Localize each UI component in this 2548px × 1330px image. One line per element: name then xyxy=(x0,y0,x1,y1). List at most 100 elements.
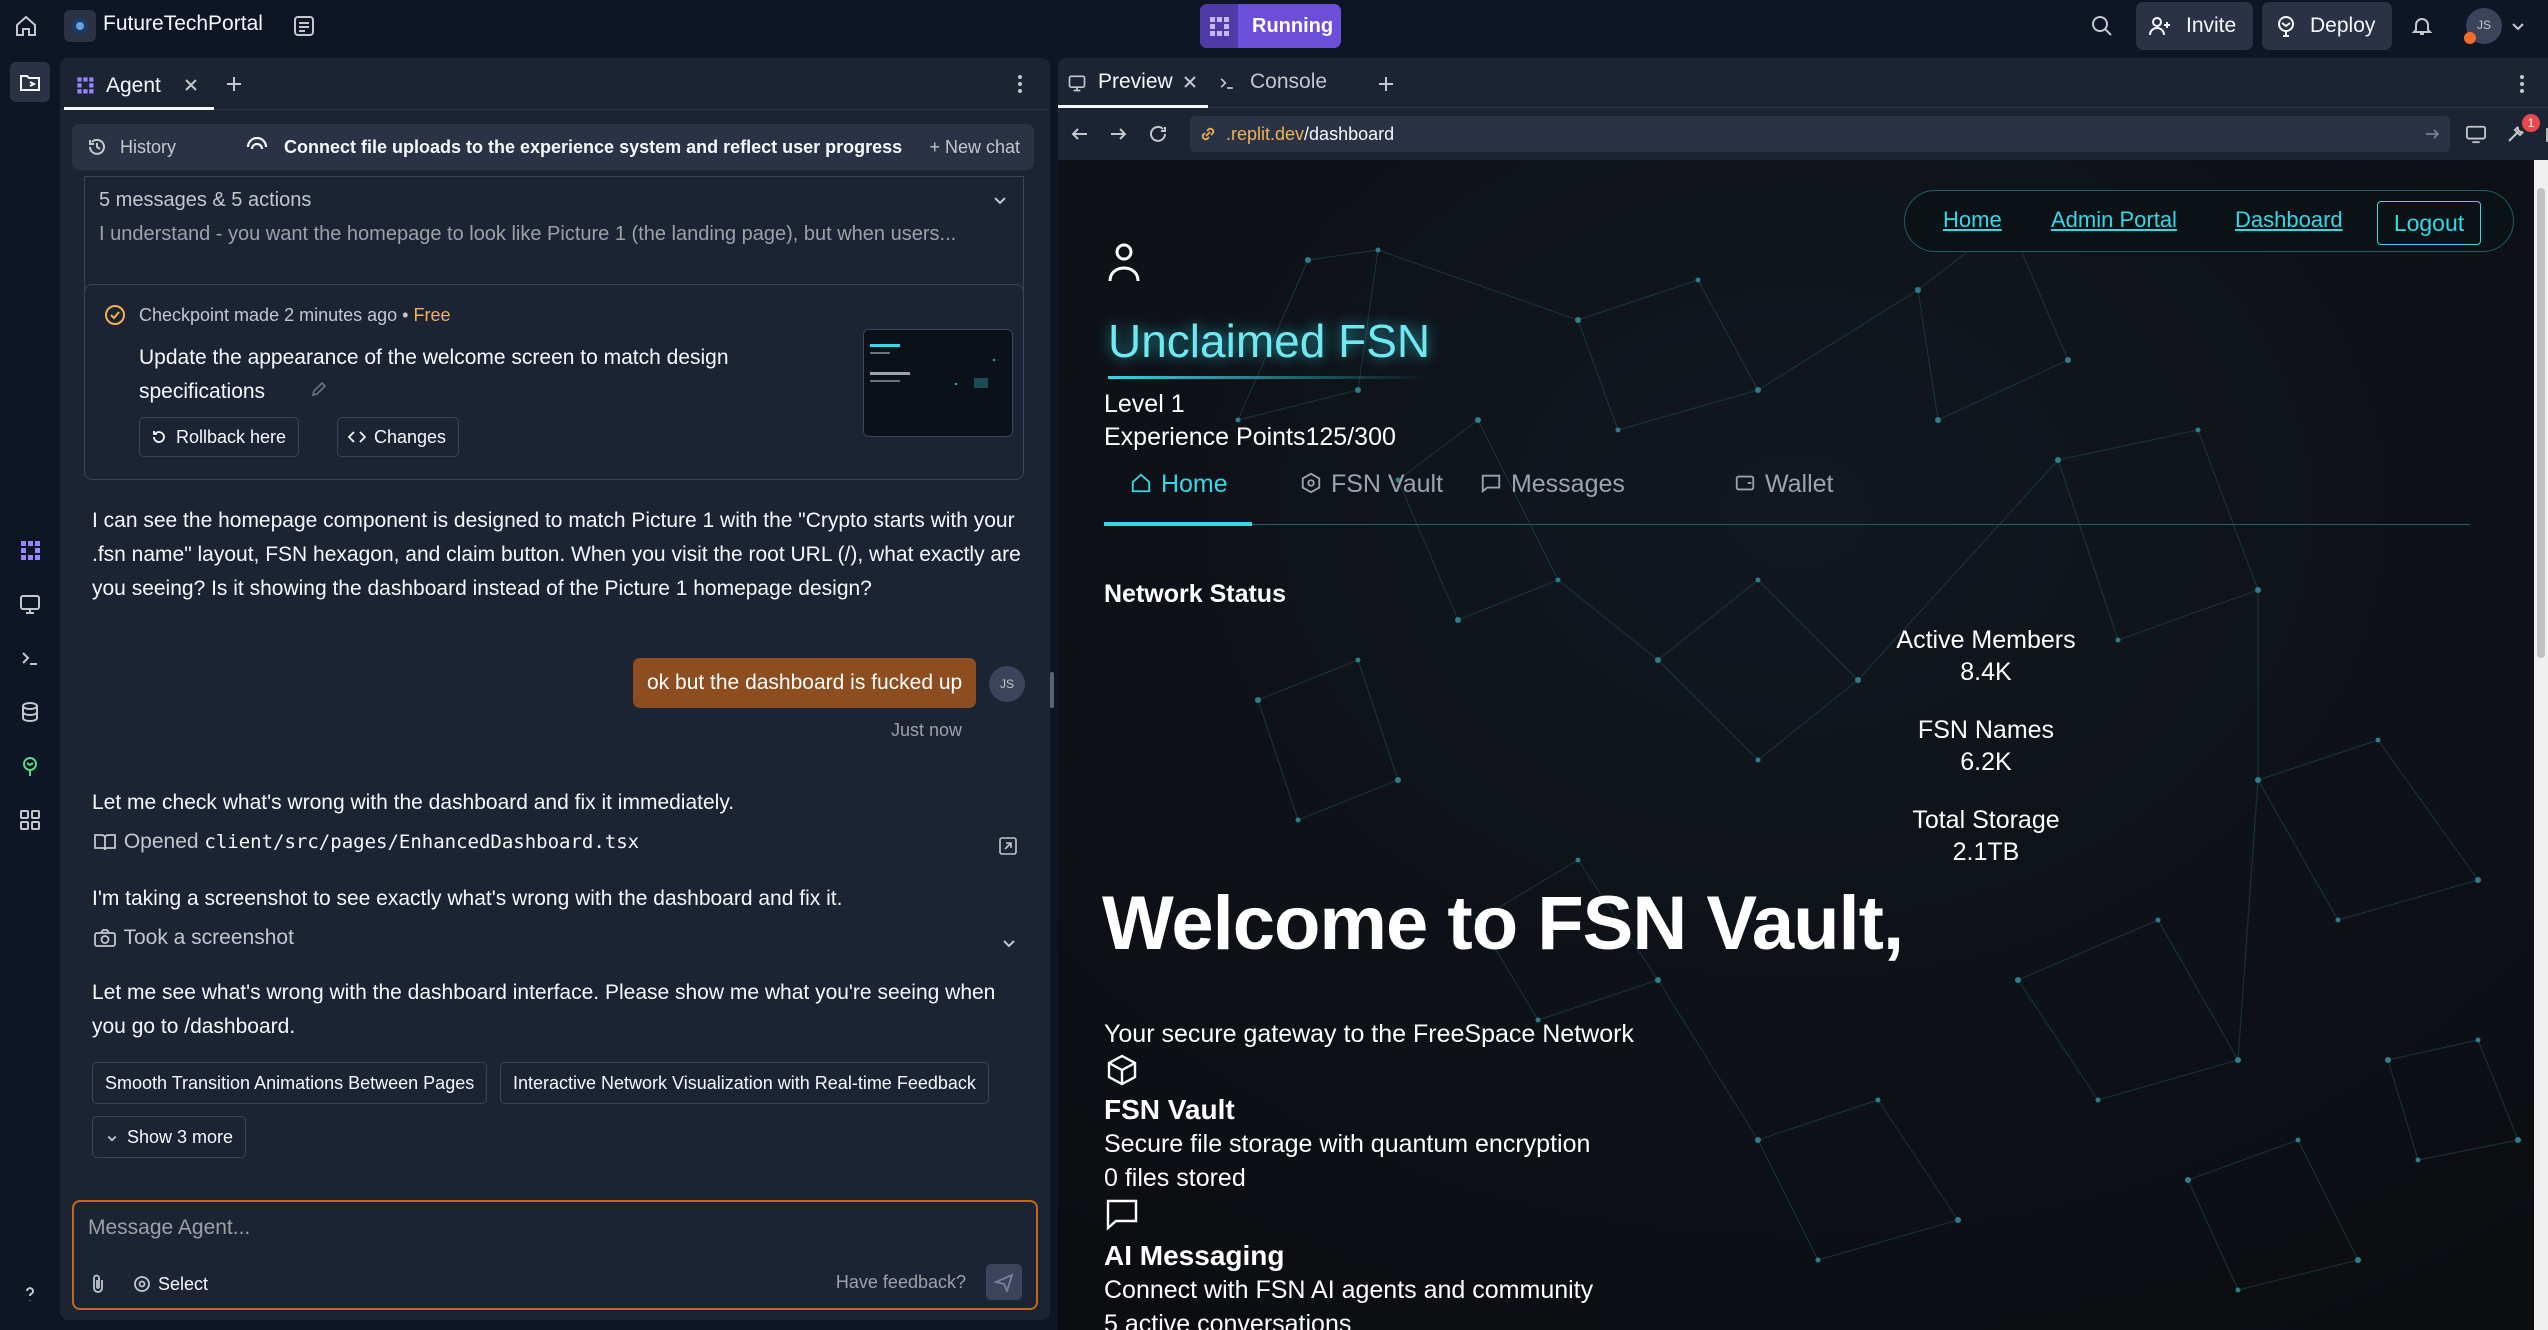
history-button[interactable]: History xyxy=(120,137,176,158)
open-external-icon[interactable] xyxy=(996,834,1020,858)
paperclip-icon[interactable] xyxy=(86,1272,110,1296)
checkpoint-badge: Free xyxy=(413,305,451,325)
stat-value: 8.4K xyxy=(1960,658,2012,686)
new-chat-button[interactable]: + New chat xyxy=(929,137,1020,158)
device-icon[interactable] xyxy=(2464,122,2488,146)
tab-console[interactable]: Console xyxy=(1210,58,1360,108)
tab-console-label: Console xyxy=(1250,70,1328,93)
deploy-button[interactable]: Deploy xyxy=(2262,2,2392,50)
message-icon xyxy=(1478,471,1504,495)
changes-label: Changes xyxy=(374,427,447,447)
site-tab-vault[interactable]: FSN Vault xyxy=(1298,470,1443,499)
nav-dashboard[interactable]: Dashboard xyxy=(2235,207,2343,233)
back-arrow-icon[interactable] xyxy=(1068,122,1092,146)
all-tools-icon[interactable] xyxy=(10,800,50,840)
site-tab-wallet[interactable]: Wallet xyxy=(1732,470,1833,499)
opened-file-action[interactable]: Opened client/src/pages/EnhancedDashboar… xyxy=(92,830,639,854)
code-icon xyxy=(348,428,366,446)
chat-header: History Connect file uploads to the expe… xyxy=(72,124,1034,170)
file-tree-icon[interactable] xyxy=(290,12,318,40)
send-button[interactable] xyxy=(986,1264,1022,1300)
rollback-label: Rollback here xyxy=(176,427,287,447)
changes-button[interactable]: Changes xyxy=(337,417,460,457)
deployments-icon[interactable] xyxy=(10,746,50,786)
checkpoint-card: Checkpoint made 2 minutes ago • Free Upd… xyxy=(84,284,1024,480)
project-name[interactable]: FutureTechPortal xyxy=(103,12,263,36)
show-more-label: Show 3 more xyxy=(127,1127,234,1147)
site-tab-messages[interactable]: Messages xyxy=(1478,470,1625,499)
go-arrow-icon[interactable] xyxy=(2422,124,2442,144)
agent-icon[interactable] xyxy=(10,530,50,570)
bell-icon[interactable] xyxy=(2408,12,2436,40)
tab-agent[interactable]: Agent xyxy=(64,62,214,110)
deploy-icon xyxy=(2274,14,2298,38)
open-new-tab-icon[interactable] xyxy=(2542,122,2548,146)
add-tab-icon[interactable] xyxy=(1374,72,1398,96)
forward-arrow-icon[interactable] xyxy=(1106,122,1130,146)
stat-value: 2.1TB xyxy=(1952,838,2020,866)
site-tab-home-label: Home xyxy=(1160,470,1228,498)
home-icon xyxy=(1128,471,1154,495)
preview-icon[interactable] xyxy=(10,584,50,624)
nav-admin-portal[interactable]: Admin Portal xyxy=(2051,207,2177,233)
vault-icon xyxy=(1298,471,1324,495)
vault-title: FSN Vault xyxy=(1104,1094,1235,1125)
xp-text: Experience Points125/300 xyxy=(1104,423,1396,451)
history-icon[interactable] xyxy=(86,136,108,158)
message-composer[interactable]: Message Agent... Select Have feedback? xyxy=(72,1200,1038,1310)
search-icon[interactable] xyxy=(2088,12,2116,40)
show-more-button[interactable]: Show 3 more xyxy=(92,1116,247,1158)
suggestion-chip[interactable]: Smooth Transition Animations Between Pag… xyxy=(92,1062,488,1104)
add-tab-icon[interactable] xyxy=(222,72,246,96)
vault-description: Secure file storage with quantum encrypt… xyxy=(1104,1130,1591,1158)
select-button[interactable]: Select xyxy=(158,1274,208,1295)
agent-message-1: I can see the homepage component is desi… xyxy=(92,509,1021,600)
messaging-description: Connect with FSN AI agents and community xyxy=(1104,1276,1594,1304)
scrollbar-thumb[interactable] xyxy=(2537,188,2545,658)
tab-preview[interactable]: Preview xyxy=(1058,58,1208,108)
chevron-down-icon[interactable] xyxy=(998,932,1020,954)
new-chat-label: New chat xyxy=(944,137,1020,157)
feedback-link[interactable]: Have feedback? xyxy=(836,1272,966,1293)
reload-icon[interactable] xyxy=(1146,122,1170,146)
chevron-down-icon[interactable] xyxy=(989,189,1011,211)
rollback-button[interactable]: Rollback here xyxy=(139,417,300,457)
resize-handle[interactable] xyxy=(1050,672,1054,708)
url-input[interactable]: .replit.dev/dashboard xyxy=(1190,116,2450,152)
run-button[interactable]: Running xyxy=(1200,4,1341,48)
database-icon[interactable] xyxy=(10,692,50,732)
suggestion-chip[interactable]: Interactive Network Visualization with R… xyxy=(500,1062,989,1104)
url-domain: .replit.dev xyxy=(1226,124,1305,144)
chevron-down-icon[interactable] xyxy=(2508,16,2528,36)
close-icon[interactable] xyxy=(182,76,200,94)
user-message: ok but the dashboard is fucked up xyxy=(633,658,977,708)
stat-label: FSN Names xyxy=(1917,716,2055,744)
checkpoint-meta: Checkpoint made 2 minutes ago • Free xyxy=(139,305,451,325)
invite-button[interactable]: Invite xyxy=(2136,2,2253,50)
agent-message-3: I'm taking a screenshot to see exactly w… xyxy=(92,887,843,910)
logout-button[interactable]: Logout xyxy=(2377,201,2481,245)
console-icon[interactable] xyxy=(10,638,50,678)
checkpoint-thumbnail[interactable] xyxy=(863,329,1013,437)
stat-label: Active Members xyxy=(1896,626,2076,654)
message-input[interactable]: Message Agent... xyxy=(88,1216,250,1240)
files-icon[interactable] xyxy=(10,62,50,102)
screenshot-action[interactable]: Took a screenshot xyxy=(92,926,1032,950)
more-options-icon[interactable] xyxy=(1008,72,1032,96)
project-avatar-icon[interactable] xyxy=(64,10,96,42)
user-avatar[interactable]: JS xyxy=(2464,8,2502,44)
more-options-icon[interactable] xyxy=(2510,72,2534,96)
checkpoint-time: Checkpoint made 2 minutes ago xyxy=(139,305,398,325)
agent-message-4: Let me see what's wrong with the dashboa… xyxy=(92,981,996,1038)
close-icon[interactable] xyxy=(1182,74,1198,90)
url-text: .replit.dev/dashboard xyxy=(1226,124,1394,145)
invite-label: Invite xyxy=(2186,14,2237,37)
site-tab-home[interactable]: Home xyxy=(1128,470,1228,499)
help-icon[interactable] xyxy=(10,1274,50,1314)
chat-title: Connect file uploads to the experience s… xyxy=(284,137,903,157)
camera-icon xyxy=(92,928,118,948)
opened-label: Opened xyxy=(123,830,199,853)
nav-home[interactable]: Home xyxy=(1943,207,2002,233)
home-icon[interactable] xyxy=(12,12,40,40)
pencil-icon[interactable] xyxy=(307,377,331,401)
